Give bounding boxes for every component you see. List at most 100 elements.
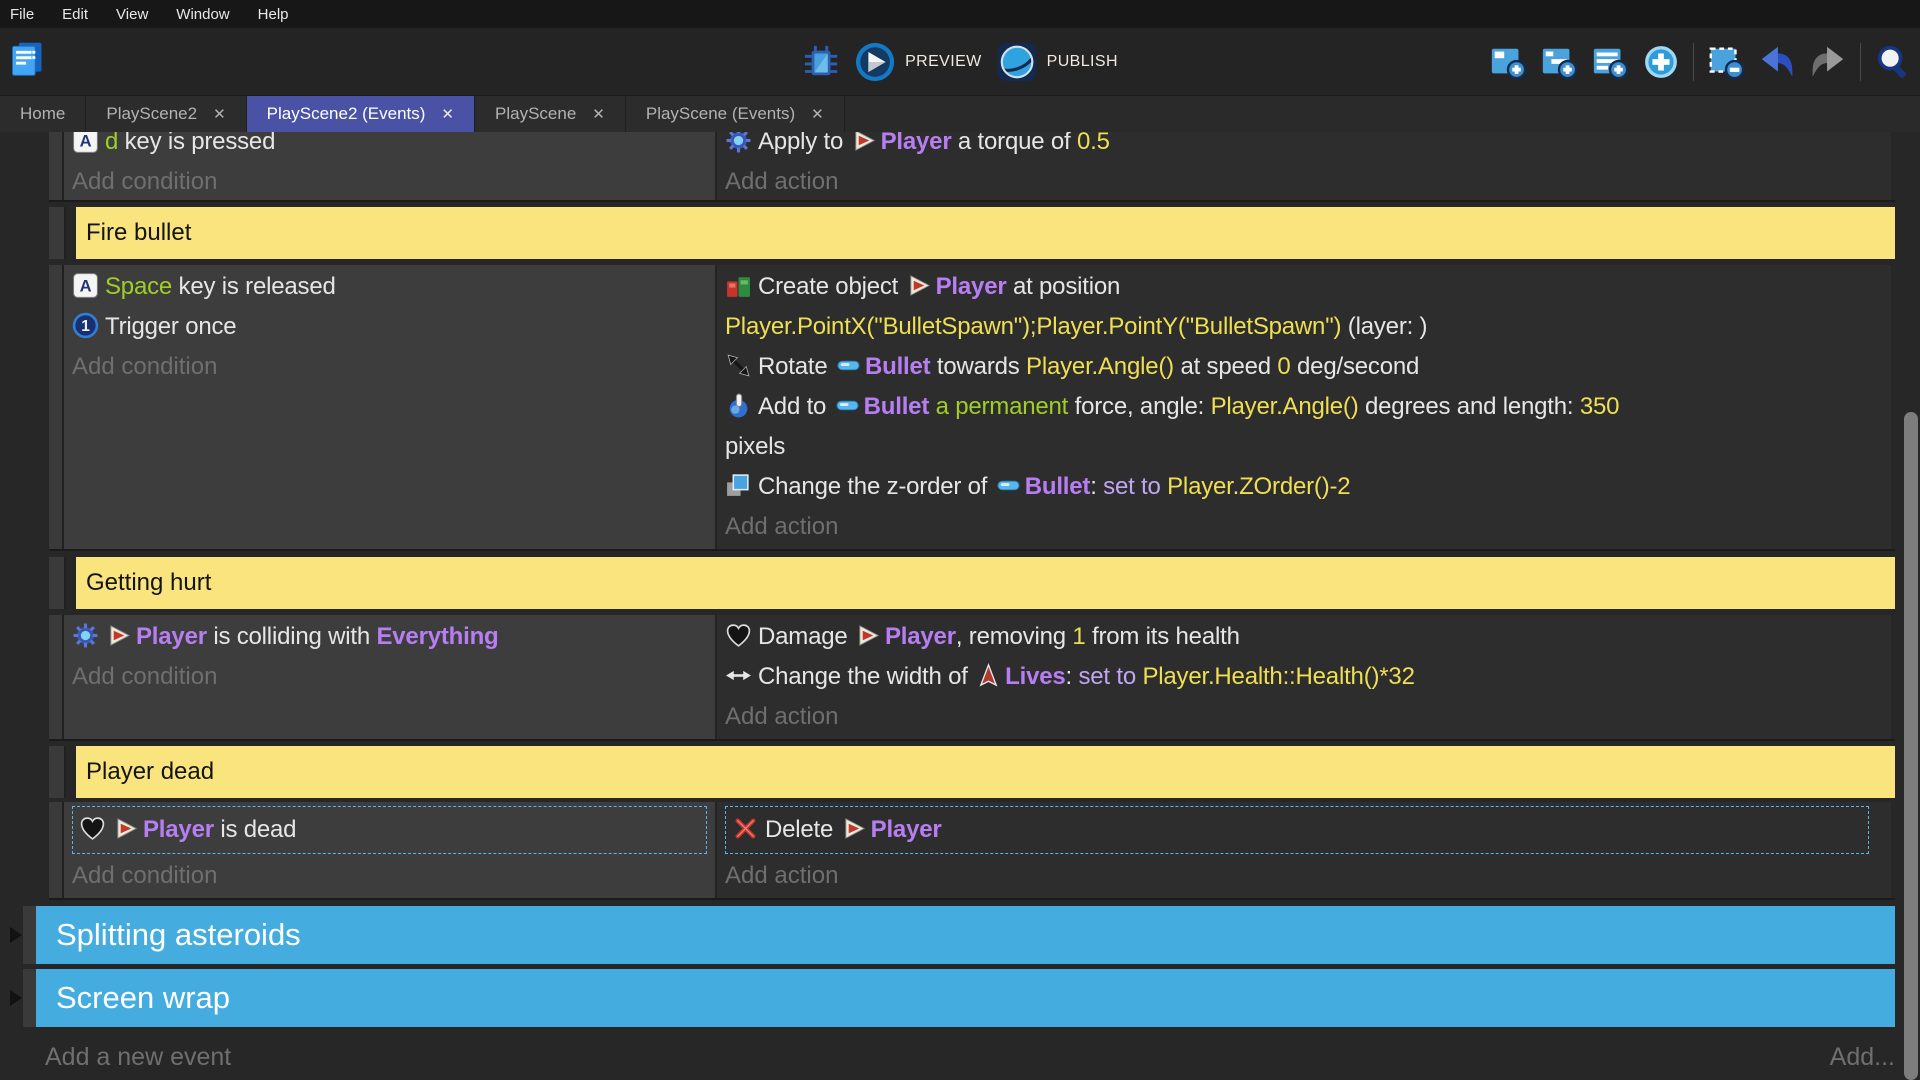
action-item[interactable]: Change the width of Lives: set to Player… bbox=[725, 657, 1871, 697]
add-condition-button[interactable]: Add condition bbox=[72, 347, 715, 387]
svg-text:1: 1 bbox=[81, 318, 90, 335]
menu-item-edit[interactable]: Edit bbox=[62, 6, 88, 23]
group-label: Splitting asteroids bbox=[56, 917, 301, 953]
player-icon bbox=[842, 816, 867, 841]
tab-label: PlayScene2 (Events) bbox=[267, 104, 426, 124]
event-drag-handle[interactable] bbox=[49, 802, 64, 898]
menu-item-help[interactable]: Help bbox=[258, 6, 289, 23]
tab-playscene2[interactable]: PlayScene2✕ bbox=[86, 96, 246, 132]
add-action-button[interactable]: Add action bbox=[725, 162, 1871, 202]
tab-bar: HomePlayScene2✕PlayScene2 (Events)✕PlayS… bbox=[0, 95, 1920, 132]
force-icon bbox=[725, 392, 752, 419]
event-row: Player is deadAdd conditionDelete Player… bbox=[49, 802, 1895, 900]
heart-icon bbox=[725, 622, 752, 649]
conditions-cell: Player is colliding with EverythingAdd c… bbox=[64, 615, 717, 739]
add-action-button[interactable]: Add action bbox=[725, 697, 1871, 737]
action-item[interactable]: Rotate Bullet towards Player.Angle() at … bbox=[725, 347, 1871, 387]
conditions-cell: Player is dead Add condition bbox=[64, 802, 717, 898]
event-drag-handle[interactable] bbox=[49, 615, 64, 739]
group-header-player-dead[interactable]: Player dead bbox=[76, 746, 1895, 798]
group-header-screen-wrap[interactable]: Screen wrap bbox=[36, 969, 1895, 1027]
event-group-row: Splitting asteroids bbox=[0, 906, 1895, 964]
add-action-button[interactable]: Add action bbox=[725, 856, 1871, 896]
group-label: Getting hurt bbox=[86, 569, 211, 597]
condition-item[interactable]: Ad key is pressed bbox=[72, 132, 715, 162]
toolbar-separator bbox=[1860, 43, 1861, 81]
event-group-row: Getting hurt bbox=[49, 557, 1895, 609]
add-event-icon[interactable] bbox=[1489, 43, 1527, 81]
search-icon[interactable] bbox=[1874, 43, 1912, 81]
player-icon bbox=[114, 816, 139, 841]
create-object-icon bbox=[725, 272, 752, 299]
add-comment-icon[interactable] bbox=[1591, 43, 1629, 81]
group-label: Screen wrap bbox=[56, 980, 230, 1016]
menu-item-view[interactable]: View bbox=[116, 6, 148, 23]
svg-text:A: A bbox=[80, 132, 92, 151]
actions-cell: Apply to Player a torque of 0.5Add actio… bbox=[717, 132, 1891, 200]
publish-button[interactable]: PUBLISH bbox=[996, 41, 1118, 83]
debugger-icon[interactable] bbox=[802, 43, 840, 81]
close-icon[interactable]: ✕ bbox=[441, 105, 454, 123]
publish-globe-icon bbox=[996, 41, 1038, 83]
condition-item[interactable]: Player is colliding with Everything bbox=[72, 617, 715, 657]
tab-playscene-events[interactable]: PlayScene (Events)✕ bbox=[626, 96, 845, 132]
group-header-fire-bullet[interactable]: Fire bullet bbox=[76, 207, 1895, 259]
action-item[interactable]: Apply to Player a torque of 0.5 bbox=[725, 132, 1871, 162]
add-subevent-icon[interactable] bbox=[1540, 43, 1578, 81]
close-icon[interactable]: ✕ bbox=[592, 105, 605, 123]
add-action-button[interactable]: Add action bbox=[725, 507, 1871, 547]
event-group-row: Screen wrap bbox=[0, 969, 1895, 1027]
toolbar: PREVIEW PUBLISH bbox=[0, 28, 1920, 95]
add-new-event-button[interactable]: Add a new event bbox=[45, 1043, 231, 1072]
toolbar-center: PREVIEW PUBLISH bbox=[802, 28, 1118, 95]
group-label: Fire bullet bbox=[86, 219, 191, 247]
close-icon[interactable]: ✕ bbox=[213, 105, 226, 123]
keyboard-icon: A bbox=[72, 272, 99, 299]
collapse-arrow-icon[interactable] bbox=[10, 990, 22, 1006]
undo-icon[interactable] bbox=[1758, 43, 1796, 81]
gdevelop-window: File Edit View Window Help PREVIEW PUBLISH H… bbox=[0, 0, 1920, 1080]
vertical-scrollbar[interactable] bbox=[1904, 412, 1918, 1080]
add-condition-button[interactable]: Add condition bbox=[72, 162, 715, 202]
add-button[interactable]: Add... bbox=[1830, 1043, 1895, 1072]
actions-cell: Create object Player at position Player.… bbox=[717, 265, 1891, 549]
menu-item-window[interactable]: Window bbox=[176, 6, 229, 23]
condition-item[interactable]: ASpace key is released bbox=[72, 267, 715, 307]
condition-item[interactable]: 1Trigger once bbox=[72, 307, 715, 347]
event-row: Player is colliding with EverythingAdd c… bbox=[49, 615, 1895, 741]
selected-condition-box: Player is dead bbox=[72, 806, 707, 854]
group-header-getting-hurt[interactable]: Getting hurt bbox=[76, 557, 1895, 609]
action-item[interactable]: Create object Player at position Player.… bbox=[725, 267, 1871, 347]
add-condition-button[interactable]: Add condition bbox=[72, 657, 715, 697]
add-condition-button[interactable]: Add condition bbox=[72, 856, 715, 896]
redo-icon[interactable] bbox=[1809, 43, 1847, 81]
condition-item[interactable]: Player is dead bbox=[79, 810, 700, 850]
group-label: Player dead bbox=[86, 758, 214, 786]
tab-playscene2-events[interactable]: PlayScene2 (Events) ✕ bbox=[247, 96, 475, 132]
remove-selection-icon[interactable] bbox=[1707, 43, 1745, 81]
collapse-arrow-icon[interactable] bbox=[10, 927, 22, 943]
preview-button[interactable]: PREVIEW bbox=[854, 41, 982, 83]
action-item[interactable]: Delete Player bbox=[732, 810, 1862, 850]
project-manager-icon[interactable] bbox=[8, 40, 46, 78]
close-icon[interactable]: ✕ bbox=[811, 105, 824, 123]
action-item[interactable]: Damage Player, removing 1 from its healt… bbox=[725, 617, 1871, 657]
player-icon bbox=[852, 132, 877, 153]
menu-item-file[interactable]: File bbox=[10, 6, 34, 23]
tab-home[interactable]: Home bbox=[0, 96, 86, 132]
action-item[interactable]: Change the z-order of Bullet: set to Pla… bbox=[725, 467, 1871, 507]
actions-cell: Delete Player Add action bbox=[717, 802, 1891, 898]
action-item[interactable]: Add to Bullet a permanent force, angle: … bbox=[725, 387, 1871, 467]
bullet-icon bbox=[835, 393, 860, 418]
event-drag-handle[interactable] bbox=[49, 265, 64, 549]
event-drag-handle[interactable] bbox=[49, 132, 64, 200]
heart-icon bbox=[79, 815, 106, 842]
physics-icon bbox=[72, 622, 99, 649]
delete-icon bbox=[732, 815, 759, 842]
selected-action-box: Delete Player bbox=[725, 806, 1869, 854]
add-circle-icon[interactable] bbox=[1642, 43, 1680, 81]
group-header-splitting-asteroids[interactable]: Splitting asteroids bbox=[36, 906, 1895, 964]
tab-label: Home bbox=[20, 104, 65, 124]
group-gutter bbox=[23, 906, 36, 964]
tab-playscene[interactable]: PlayScene✕ bbox=[475, 96, 626, 132]
